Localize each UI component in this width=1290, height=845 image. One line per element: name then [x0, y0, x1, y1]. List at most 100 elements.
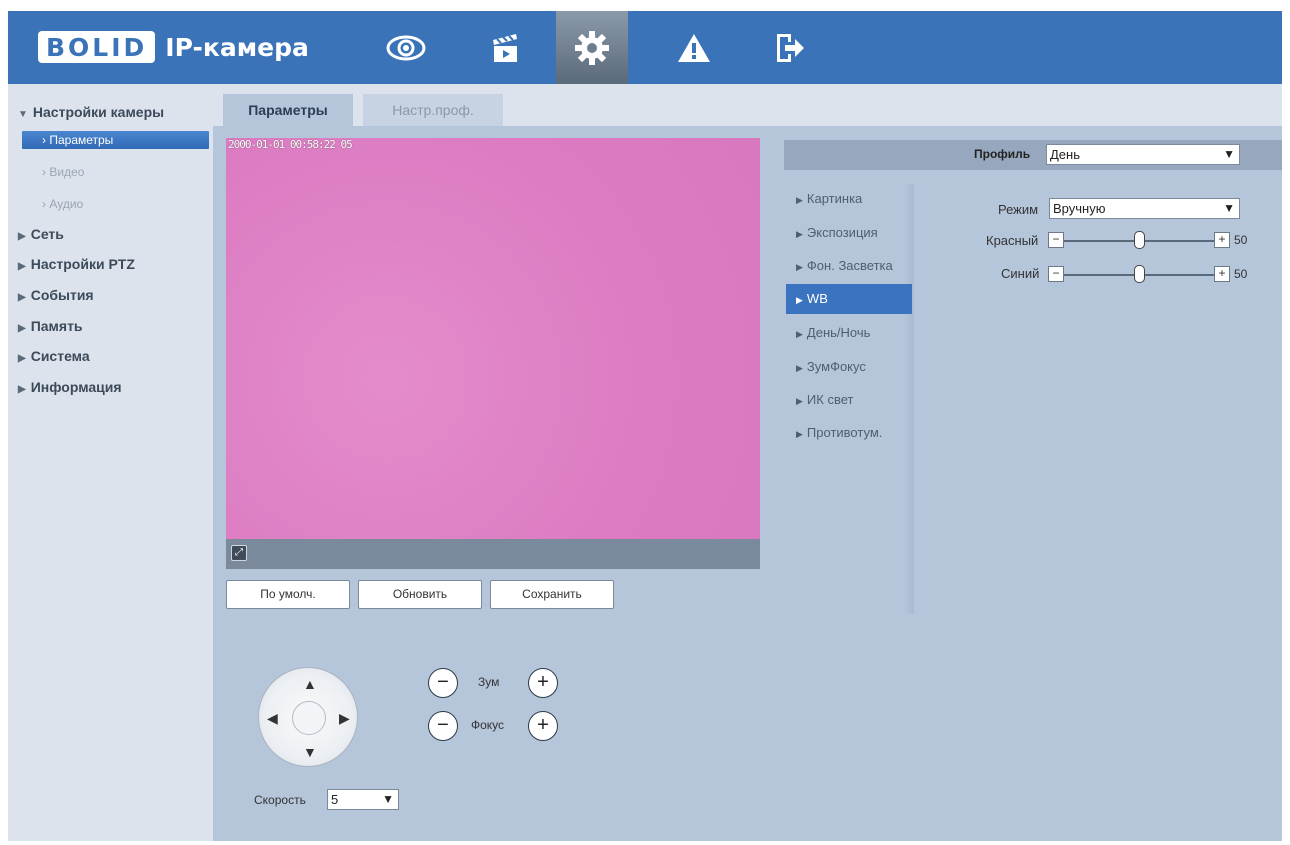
sidebar-item-label: Информация	[30, 379, 122, 395]
sidebar-item-video[interactable]: › Видео	[22, 163, 209, 181]
logo-brand: BOLID	[38, 31, 156, 63]
menu-item-defog[interactable]: ▶ Противотум.	[786, 418, 912, 448]
logo: BOLID IP-камера	[38, 31, 309, 63]
arrow-right-icon[interactable]: ▶	[339, 710, 350, 727]
speed-select[interactable]: 5 ▼	[327, 789, 399, 810]
red-value: 50	[1234, 233, 1248, 247]
fullscreen-icon[interactable]: ⤢	[231, 545, 247, 561]
clapperboard-icon	[493, 33, 517, 62]
blue-slider-knob[interactable]	[1134, 265, 1145, 283]
nav-playback[interactable]	[473, 11, 537, 84]
sidebar-item-label: Система	[30, 348, 90, 364]
sidebar-item-storage[interactable]: ▶ Память	[18, 318, 83, 334]
sidebar-item-label: Параметры	[49, 133, 114, 147]
sidebar-item-parameters[interactable]: › Параметры	[22, 131, 209, 149]
default-button[interactable]: По умолч.	[226, 580, 350, 609]
blue-value: 50	[1234, 267, 1248, 281]
sidebar-item-label: Память	[30, 318, 83, 334]
triangle-right-icon: ▶	[796, 195, 803, 205]
menu-item-ir-light[interactable]: ▶ ИК свет	[786, 385, 912, 415]
zoom-label: Зум	[478, 675, 500, 689]
nav-settings[interactable]	[556, 11, 628, 84]
menu-item-label: ЗумФокус	[806, 359, 866, 374]
blue-label: Синий	[1001, 266, 1040, 281]
sidebar-item-label: Видео	[49, 165, 85, 179]
nav-logout[interactable]	[758, 11, 822, 84]
chevron-right-icon: ›	[42, 165, 46, 179]
sidebar-item-label: События	[30, 287, 94, 303]
nav-alarm[interactable]	[662, 11, 726, 84]
collapsed-triangle-icon: ▶	[18, 323, 26, 334]
sidebar-item-network[interactable]: ▶ Сеть	[18, 226, 64, 242]
profile-select[interactable]: День ▼	[1046, 144, 1240, 165]
nav-live-view[interactable]	[374, 11, 438, 84]
speed-label: Скорость	[254, 793, 306, 807]
menu-item-backlight[interactable]: ▶ Фон. Засветка	[786, 251, 912, 281]
chevron-down-icon: ▼	[382, 792, 394, 806]
red-decrease-button[interactable]: −	[1048, 232, 1064, 248]
profile-label: Профиль	[974, 147, 1031, 161]
top-header: BOLID IP-камера	[8, 11, 1282, 84]
zoom-in-button[interactable]: +	[528, 668, 558, 698]
triangle-right-icon: ▶	[796, 429, 803, 439]
red-label: Красный	[986, 233, 1039, 248]
menu-item-zoom-focus[interactable]: ▶ ЗумФокус	[786, 352, 912, 382]
mode-label: Режим	[998, 202, 1039, 217]
menu-item-day-night[interactable]: ▶ День/Ночь	[786, 318, 912, 348]
tab-parameters[interactable]: Параметры	[223, 94, 353, 126]
chevron-down-icon: ▼	[1223, 147, 1235, 161]
menu-item-wb[interactable]: ▶ WB	[786, 284, 912, 314]
arrow-down-icon[interactable]: ▼	[303, 744, 317, 760]
focus-out-button[interactable]: −	[428, 711, 458, 741]
main-area: ▼ Настройки камеры › Параметры › Видео › …	[8, 84, 1282, 841]
sidebar-camera-settings[interactable]: ▼ Настройки камеры	[18, 104, 164, 120]
refresh-button[interactable]: Обновить	[358, 580, 482, 609]
collapsed-triangle-icon: ▶	[18, 292, 26, 303]
chevron-down-icon: ▼	[1223, 201, 1235, 215]
chevron-right-icon: ›	[42, 133, 46, 147]
triangle-right-icon: ▶	[796, 396, 803, 406]
red-increase-button[interactable]: +	[1214, 232, 1230, 248]
collapsed-triangle-icon: ▶	[18, 261, 26, 272]
sidebar-item-label: Сеть	[30, 226, 64, 242]
tab-profile-settings[interactable]: Настр.проф.	[363, 94, 503, 126]
collapsed-triangle-icon: ▶	[18, 384, 26, 395]
menu-item-label: День/Ночь	[806, 325, 871, 340]
arrow-up-icon[interactable]: ▲	[303, 676, 317, 692]
sidebar-item-ptz[interactable]: ▶ Настройки PTZ	[18, 256, 135, 272]
focus-label: Фокус	[471, 718, 505, 732]
menu-item-picture[interactable]: ▶ Картинка	[786, 184, 912, 214]
menu-item-exposure[interactable]: ▶ Экспозиция	[786, 218, 912, 248]
red-slider-knob[interactable]	[1134, 231, 1145, 249]
mode-select[interactable]: Вручную ▼	[1049, 198, 1240, 219]
expanded-triangle-icon: ▼	[18, 109, 28, 120]
tab-bar: Параметры Настр.проф.	[213, 84, 1282, 126]
profile-bar: Профиль День ▼	[784, 140, 1282, 170]
gear-icon	[575, 30, 609, 65]
warning-icon	[678, 33, 710, 62]
triangle-right-icon: ▶	[796, 262, 803, 272]
focus-in-button[interactable]: +	[528, 711, 558, 741]
sidebar-item-information[interactable]: ▶ Информация	[18, 379, 122, 395]
blue-decrease-button[interactable]: −	[1048, 266, 1064, 282]
blue-increase-button[interactable]: +	[1214, 266, 1230, 282]
menu-item-label: WB	[806, 291, 828, 306]
sidebar-item-events[interactable]: ▶ События	[18, 287, 94, 303]
menu-item-label: Противотум.	[806, 425, 883, 440]
triangle-right-icon: ▶	[796, 363, 803, 373]
exit-icon	[777, 33, 804, 62]
sidebar-item-label: Настройки PTZ	[30, 256, 135, 272]
menu-item-label: Фон. Засветка	[806, 258, 893, 273]
ptz-direction-pad: ▲ ▼ ◀ ▶	[258, 667, 358, 767]
arrow-left-icon[interactable]: ◀	[267, 710, 278, 727]
sidebar-item-audio[interactable]: › Аудио	[22, 195, 209, 213]
menu-item-label: Экспозиция	[806, 225, 878, 240]
sidebar-item-system[interactable]: ▶ Система	[18, 348, 90, 364]
ptz-center-button[interactable]	[292, 701, 326, 735]
sidebar: ▼ Настройки камеры › Параметры › Видео › …	[8, 84, 213, 841]
profile-value: День	[1050, 147, 1080, 162]
zoom-out-button[interactable]: −	[428, 668, 458, 698]
video-preview: 2000-01-01 00:58:22 05	[226, 138, 760, 539]
save-button[interactable]: Сохранить	[490, 580, 614, 609]
osd-timestamp: 2000-01-01 00:58:22 05	[228, 138, 353, 151]
